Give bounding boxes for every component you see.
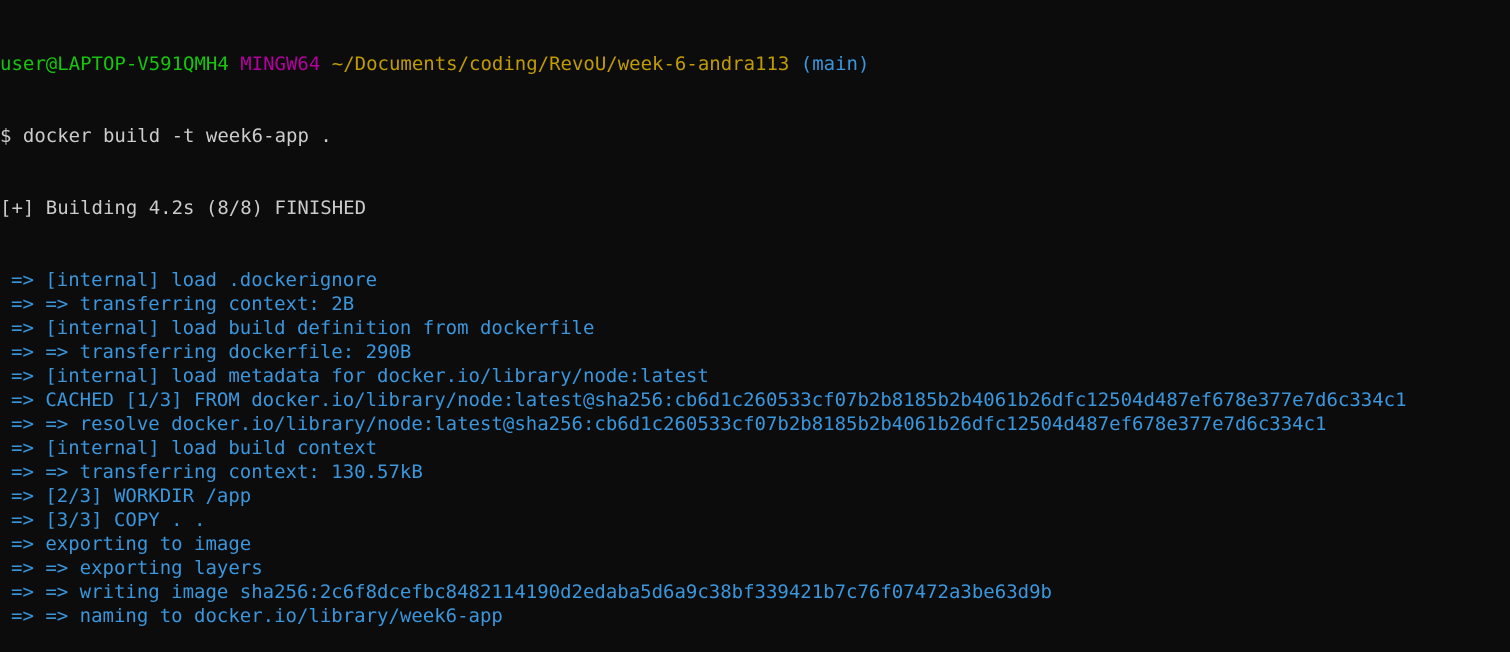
command-text[interactable]: docker build -t week6-app . [23,125,332,147]
build-step-line: => [internal] load metadata for docker.i… [11,365,709,387]
build-step-line: => CACHED [1/3] FROM docker.io/library/n… [11,389,1407,411]
build-step-line: => [internal] load .dockerignore [11,269,378,291]
build-step-line: => => transferring dockerfile: 290B [11,341,412,363]
build-step-line: => [internal] load build context [11,437,378,459]
prompt-user-host: user@LAPTOP-V591QMH4 [0,53,229,75]
terminal-window[interactable]: user@LAPTOP-V591QMH4 MINGW64 ~/Documents… [0,0,1510,627]
build-status-line: [+] Building 4.2s (8/8) FINISHED [0,197,367,219]
build-step-line: => exporting to image [11,533,252,555]
build-steps-output: => [internal] load .dockerignore => => tr… [0,268,1510,628]
build-step-line: => => transferring context: 130.57kB [11,461,423,483]
build-step-line: => => naming to docker.io/library/week6-… [11,605,503,627]
build-step-line: => => writing image sha256:2c6f8dcefbc84… [11,581,1052,603]
prompt-shell: MINGW64 [240,53,321,75]
build-step-line: => [3/3] COPY . . [11,509,206,531]
prompt-git-branch: (main) [800,53,870,75]
prompt-line: user@LAPTOP-V591QMH4 MINGW64 ~/Documents… [0,52,1510,76]
build-step-line: => => transferring context: 2B [11,293,355,315]
prompt-path: ~/Documents/coding/RevoU/week-6-andra113 [331,53,790,75]
prompt-symbol: $ [0,125,12,147]
build-step-line: => [2/3] WORKDIR /app [11,485,252,507]
command-line[interactable]: $ docker build -t week6-app . [0,124,1510,148]
build-step-line: => => resolve docker.io/library/node:lat… [11,413,1327,435]
build-step-line: => => exporting layers [11,557,263,579]
build-step-line: => [internal] load build definition from… [11,317,595,339]
